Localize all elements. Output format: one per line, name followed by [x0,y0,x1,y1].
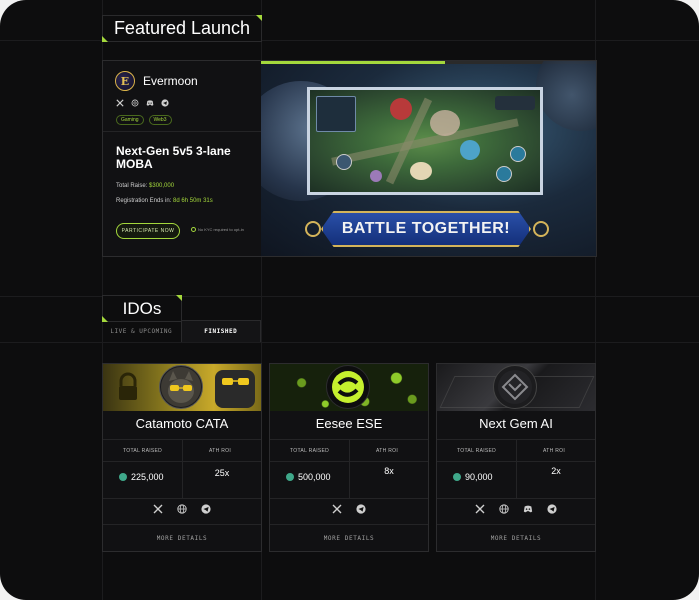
banner-ornament [533,221,549,237]
eesee-logo [326,365,370,409]
tag-list: Gaming Web3 [116,115,172,125]
tag-gaming: Gaming [116,115,144,125]
raised-amount: 500,000 [298,472,331,482]
project-stats: TOTAL RAISED ATH ROI 225,000 25x [103,439,261,499]
featured-title: Next-Gen 5v5 3-lane MOBA [116,144,231,171]
telegram-icon[interactable] [547,504,557,514]
featured-socials [116,99,169,107]
battle-together-banner: BATTLE TOGETHER! [321,211,531,247]
game-screenshot [307,87,543,195]
featured-banner-image: BATTLE TOGETHER! [261,61,596,256]
registration-label: Registration Ends in: [116,198,172,204]
more-details-button[interactable]: MORE DETAILS [437,524,595,551]
kyc-note: No KYC required to opt-in [191,227,244,232]
evermoon-logo: E [115,71,135,91]
more-details-button[interactable]: MORE DETAILS [103,524,261,551]
total-raised-label: TOTAL RAISED [457,448,497,454]
total-raised-value: 225,000 [119,472,164,482]
raised-amount: 225,000 [131,472,164,482]
tab-live-upcoming[interactable]: LIVE & UPCOMING [102,320,181,342]
planet-decoration [536,61,596,131]
total-raise-line: Total Raise: $300,000 [116,183,174,189]
idos-section-title: IDOs [122,298,162,318]
featured-section-header: Featured Launch [102,15,262,42]
coin-icon [286,473,294,481]
project-name: Evermoon [143,74,198,88]
accent-corner [102,36,108,42]
featured-section-title: Featured Launch [113,18,251,38]
x-icon[interactable] [332,504,342,514]
ath-roi-value: 2x [551,466,561,476]
total-raised-value: 500,000 [286,472,331,482]
logo-letter: E [120,74,130,88]
participate-now-button[interactable]: PARTICIPATE NOW [116,223,180,239]
idos-section-header: IDOs [102,295,182,322]
total-raise-value: $300,000 [149,183,175,189]
coin-icon [119,473,127,481]
website-icon[interactable] [131,99,139,107]
telegram-icon[interactable] [161,99,169,107]
project-card-catamoto[interactable]: Catamoto CATA TOTAL RAISED ATH ROI 225,0… [102,363,262,552]
total-raised-value: 90,000 [453,472,493,482]
kyc-note-text: No KYC required to opt-in [198,227,244,232]
featured-header: E Evermoon Gaming Web3 [103,61,261,132]
project-card-eesee[interactable]: Eesee ESE TOTAL RAISED ATH ROI 500,000 8… [269,363,429,552]
project-socials [103,504,261,514]
telegram-icon[interactable] [356,504,366,514]
project-title: Next Gem AI [479,416,553,431]
more-details-button[interactable]: MORE DETAILS [270,524,428,551]
total-raised-label: TOTAL RAISED [123,448,163,454]
banner-ornament [305,221,321,237]
ath-roi-label: ATH ROI [543,448,566,454]
project-title: Eesee ESE [315,416,383,431]
ath-roi-label: ATH ROI [209,448,232,454]
x-icon[interactable] [153,504,163,514]
website-icon[interactable] [499,504,509,514]
raised-amount: 90,000 [465,472,493,482]
project-socials [437,504,595,514]
accent-corner [176,295,182,301]
ath-roi-label: ATH ROI [376,448,399,454]
project-title: Catamoto CATA [135,416,229,431]
lock-icon [119,372,137,400]
project-stats: TOTAL RAISED ATH ROI 500,000 8x [270,439,428,499]
featured-launch-card[interactable]: E Evermoon Gaming Web3 Next-Gen 5v5 3-la… [102,60,597,257]
total-raise-label: Total Raise: [116,183,148,189]
info-icon [191,227,196,232]
tag-web3: Web3 [148,115,172,125]
total-raised-label: TOTAL RAISED [290,448,330,454]
tab-finished[interactable]: FINISHED [180,320,261,342]
page-frame: Featured Launch E Evermoon Gaming Web3 N… [0,0,699,600]
registration-line: Registration Ends in: 8d 6h 50m 31s [116,198,213,204]
website-icon[interactable] [177,504,187,514]
coin-icon [453,473,461,481]
next-gem-logo [493,365,537,409]
grid-line [0,342,699,343]
project-card-next-gem-ai[interactable]: Next Gem AI TOTAL RAISED ATH ROI 90,000 … [436,363,596,552]
registration-countdown: 8d 6h 50m 31s [173,198,213,204]
x-icon[interactable] [116,99,124,107]
discord-icon[interactable] [146,99,154,107]
catamoto-logo [159,365,203,409]
project-socials [270,504,428,514]
ido-tabs: LIVE & UPCOMING FINISHED [102,320,261,342]
ath-roi-value: 25x [214,468,230,478]
discord-icon[interactable] [523,504,533,514]
x-icon[interactable] [475,504,485,514]
project-stats: TOTAL RAISED ATH ROI 90,000 2x [437,439,595,499]
accent-corner [256,15,262,21]
telegram-icon[interactable] [201,504,211,514]
ath-roi-value: 8x [384,466,394,476]
featured-info-panel: E Evermoon Gaming Web3 Next-Gen 5v5 3-la… [103,61,261,256]
